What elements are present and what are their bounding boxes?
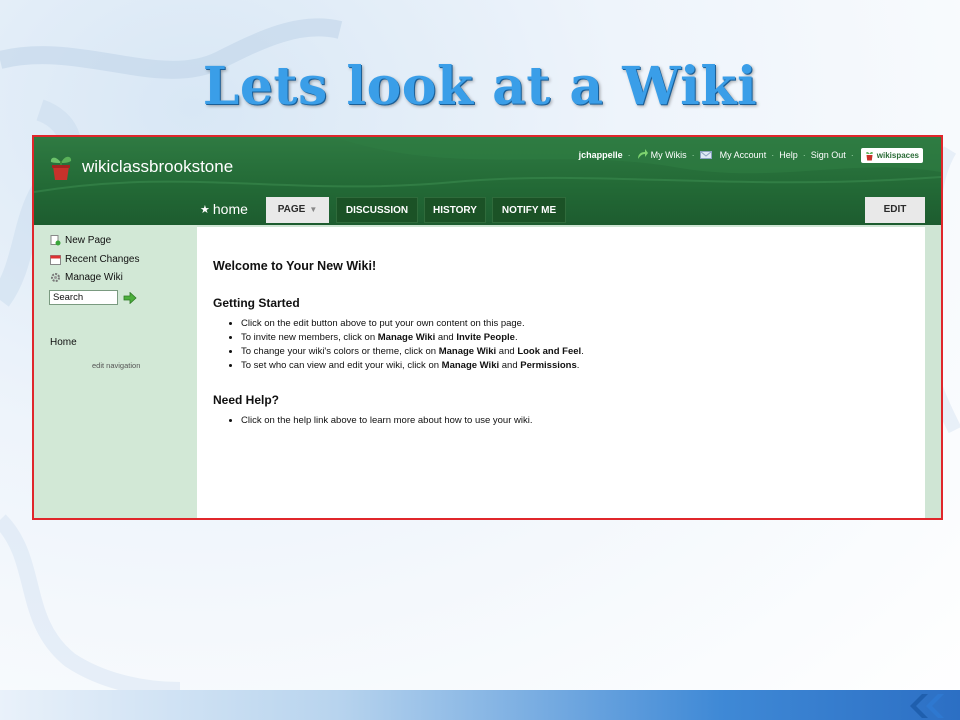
home-page-title[interactable]: ★ home <box>200 201 248 217</box>
my-wikis-link[interactable]: My Wikis <box>651 150 687 160</box>
new-page-icon <box>50 235 61 246</box>
sidebar-item-label: Recent Changes <box>65 254 140 265</box>
wiki-screenshot-frame: wikiclassbrookstone jchappelle · My Wiki… <box>32 135 943 520</box>
star-icon[interactable]: ★ <box>200 203 210 216</box>
gear-icon <box>51 273 60 282</box>
search-go-arrow-icon[interactable] <box>123 292 137 304</box>
tab-page[interactable]: PAGE ▼ <box>266 197 329 223</box>
tab-page-label: PAGE <box>277 204 306 215</box>
help-link[interactable]: Help <box>779 150 798 160</box>
sidebar-item-manage-wiki[interactable]: Manage Wiki <box>50 272 123 283</box>
getting-started-list: Click on the edit button above to put yo… <box>213 317 584 373</box>
sidebar-item-recent-changes[interactable]: Recent Changes <box>50 254 140 265</box>
wikispaces-logo[interactable]: wikispaces <box>860 147 923 163</box>
sidebar-item-label: Manage Wiki <box>65 272 123 283</box>
calendar-icon <box>50 255 61 265</box>
sidebar-item-label: New Page <box>65 235 112 246</box>
mail-icon[interactable] <box>699 151 712 159</box>
separator-dot: · <box>771 150 775 160</box>
list-item: Click on the edit button above to put yo… <box>241 317 584 331</box>
wiki-header: wikiclassbrookstone jchappelle · My Wiki… <box>34 137 941 225</box>
wiki-plant-logo-icon <box>50 156 72 180</box>
search-input[interactable] <box>49 290 118 305</box>
list-item: To invite new members, click on Manage W… <box>241 331 584 345</box>
my-wikis-arrow-icon <box>637 149 648 159</box>
separator-dot: · <box>802 150 806 160</box>
wikispaces-pot-icon <box>865 151 873 160</box>
sidebar-nav-home-link[interactable]: Home <box>50 337 77 348</box>
list-item: Click on the help link above to learn mo… <box>241 414 533 428</box>
wiki-name[interactable]: wikiclassbrookstone <box>82 157 233 177</box>
need-help-list: Click on the help link above to learn mo… <box>213 414 533 428</box>
list-item: To change your wiki's colors or theme, c… <box>241 345 584 359</box>
sidebar: New Page Recent Changes Manage Wiki Home… <box>34 225 197 518</box>
home-page-label: home <box>212 201 248 217</box>
separator-dot: · <box>691 150 695 160</box>
welcome-heading: Welcome to Your New Wiki! <box>213 259 377 273</box>
tab-notify-me[interactable]: NOTIFY ME <box>492 197 566 223</box>
sign-out-link[interactable]: Sign Out <box>811 150 846 160</box>
getting-started-heading: Getting Started <box>213 296 300 310</box>
tab-discussion[interactable]: DISCUSSION <box>336 197 418 223</box>
username-link[interactable]: jchappelle <box>579 150 623 160</box>
tab-history[interactable]: HISTORY <box>424 197 486 223</box>
separator-dot: · <box>627 150 631 160</box>
sidebar-item-new-page[interactable]: New Page <box>50 235 111 246</box>
chevron-down-icon: ▼ <box>309 205 318 214</box>
my-account-link[interactable]: My Account <box>720 150 767 160</box>
double-chevron-left-icon <box>910 694 944 718</box>
need-help-heading: Need Help? <box>213 393 280 407</box>
slide-footer-bar <box>0 690 960 720</box>
list-item: To set who can view and edit your wiki, … <box>241 359 584 373</box>
separator-dot: · <box>850 150 854 160</box>
edit-button[interactable]: EDIT <box>865 197 925 223</box>
slide-title: Lets look at a Wiki <box>202 56 758 117</box>
wikispaces-logo-text: wikispaces <box>876 150 919 160</box>
page-content: Welcome to Your New Wiki! Getting Starte… <box>197 227 925 518</box>
edit-navigation-link[interactable]: edit navigation <box>92 361 140 370</box>
top-links: jchappelle · My Wikis · My Account · Hel… <box>579 147 923 163</box>
